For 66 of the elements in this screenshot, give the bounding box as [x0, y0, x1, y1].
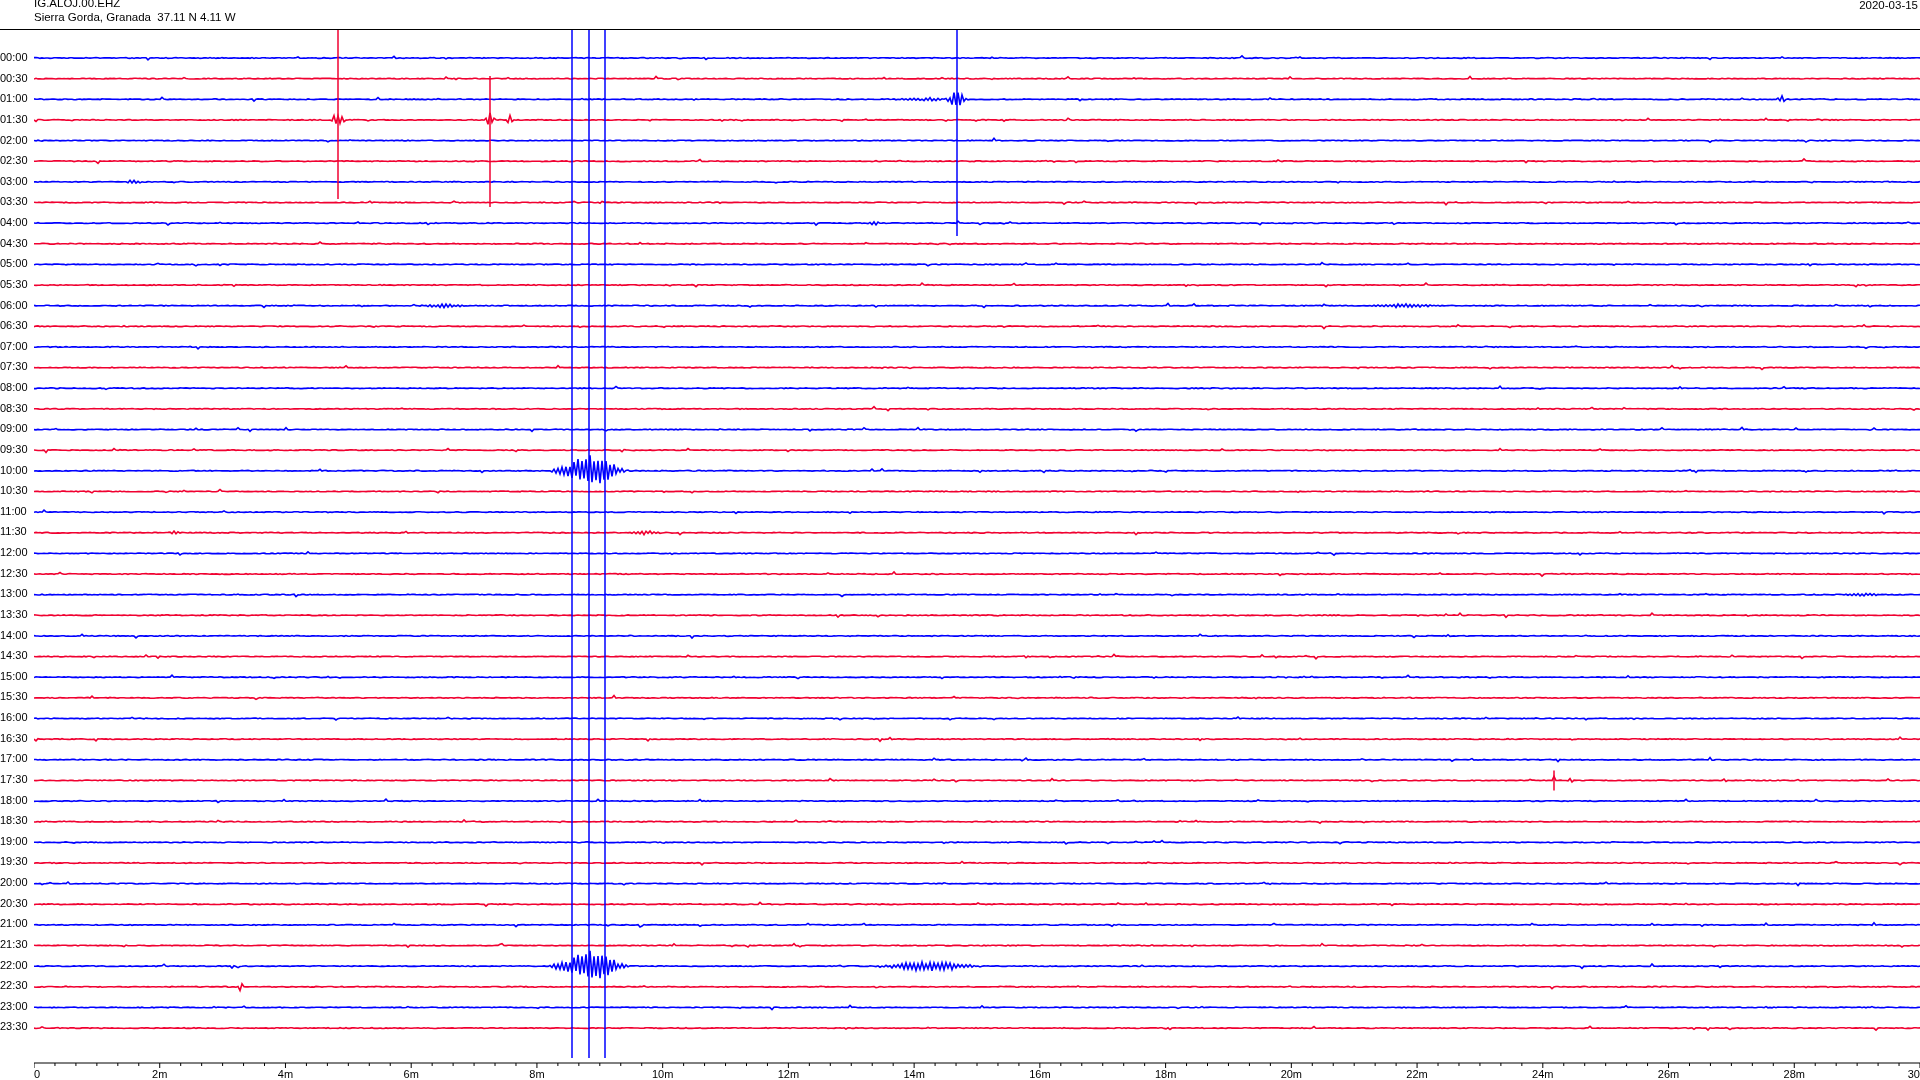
axis-label: 2m	[152, 1068, 168, 1079]
time-label: 01:30	[0, 111, 29, 127]
time-label: 20:30	[0, 895, 29, 911]
time-label: 06:30	[0, 318, 29, 334]
axis-label: 0	[34, 1068, 41, 1079]
station-location: Sierra Gorda, Granada 37.11 N 4.11 W	[34, 10, 236, 24]
time-label: 23:30	[0, 1019, 29, 1035]
time-label: 09:00	[0, 421, 29, 437]
time-label: 05:30	[0, 276, 29, 292]
axis-label: 12m	[777, 1068, 800, 1079]
time-label: 23:00	[0, 998, 29, 1014]
axis-label: 30	[1907, 1068, 1920, 1079]
time-label: 17:00	[0, 751, 29, 767]
axis-label: 14m	[903, 1068, 925, 1079]
time-label: 19:00	[0, 833, 29, 849]
axis-label: 28m	[1783, 1068, 1805, 1079]
time-label: 13:00	[0, 586, 29, 602]
axis-label: 26m	[1657, 1068, 1680, 1079]
time-label: 15:30	[0, 689, 29, 705]
time-label: 00:30	[0, 70, 29, 86]
axis-label: 20m	[1280, 1068, 1303, 1079]
time-label: 17:30	[0, 771, 29, 787]
time-label: 18:00	[0, 792, 29, 808]
time-label: 08:30	[0, 400, 29, 416]
time-label: 08:00	[0, 380, 29, 395]
axis-label: 10m	[651, 1068, 674, 1079]
record-date: 2020-03-15	[1859, 0, 1919, 13]
axis-label: 4m	[277, 1068, 294, 1079]
axis-label: 16m	[1029, 1068, 1051, 1079]
time-label: 00:00	[0, 50, 29, 65]
time-label: 21:00	[0, 916, 29, 932]
time-label: 15:00	[0, 668, 29, 684]
time-label: 07:00	[0, 338, 29, 354]
time-label: 11:30	[0, 524, 28, 540]
axis-label: 6m	[403, 1068, 419, 1079]
time-label: 07:30	[0, 359, 29, 375]
time-label: 20:00	[0, 875, 29, 890]
time-label: 18:30	[0, 813, 29, 829]
time-label: 14:00	[0, 627, 29, 643]
time-label: 14:30	[0, 648, 29, 664]
axis-label: 24m	[1532, 1068, 1554, 1079]
time-label: 04:30	[0, 235, 29, 251]
time-label: 12:30	[0, 565, 29, 581]
time-label: 03:00	[0, 173, 29, 189]
time-label: 13:30	[0, 606, 29, 622]
time-label: 02:00	[0, 132, 29, 148]
time-label: 04:00	[0, 215, 29, 230]
time-label: 22:30	[0, 978, 29, 994]
axis-label: 18m	[1154, 1068, 1177, 1079]
time-label: 22:00	[0, 957, 29, 973]
time-label: 10:00	[0, 462, 29, 478]
axis-label: 8m	[529, 1068, 545, 1079]
time-label: 10:30	[0, 483, 29, 499]
time-label: 11:00	[0, 503, 28, 519]
time-label: 19:30	[0, 854, 29, 870]
axis-label: 22m	[1406, 1068, 1428, 1079]
time-label: 06:00	[0, 297, 29, 313]
time-label: 05:00	[0, 256, 29, 272]
time-label: 16:30	[0, 730, 29, 746]
time-label: 16:00	[0, 710, 29, 725]
time-label: 03:30	[0, 194, 29, 210]
time-label: 12:00	[0, 545, 29, 560]
time-label: 09:30	[0, 441, 29, 457]
time-label: 21:30	[0, 936, 29, 952]
time-label: 01:00	[0, 91, 29, 107]
time-label: 02:30	[0, 153, 29, 169]
